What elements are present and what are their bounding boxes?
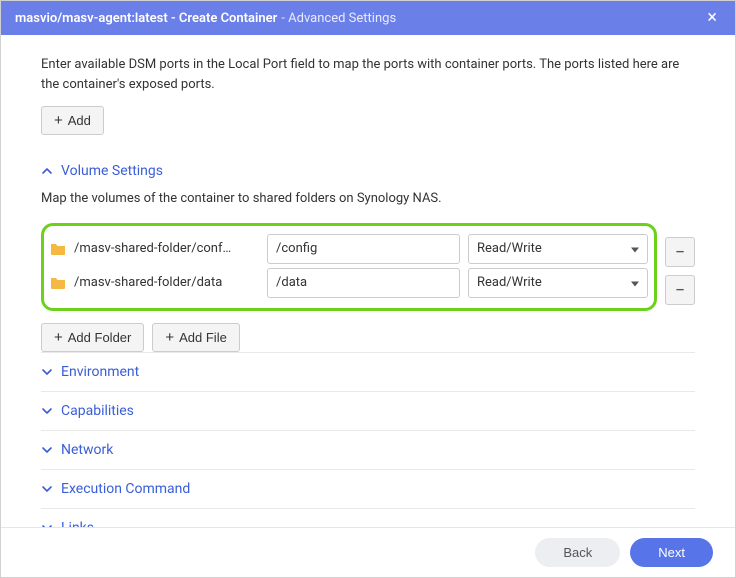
execution-title: Execution Command (61, 481, 190, 497)
permission-value: Read/Write (477, 241, 542, 256)
back-button[interactable]: Back (535, 538, 620, 567)
footer: Back Next (1, 527, 735, 577)
add-folder-button[interactable]: + Add Folder (41, 323, 144, 352)
remove-volume-button[interactable]: − (665, 237, 695, 267)
title-sub: - Advanced Settings (281, 11, 396, 26)
remove-column: − − (665, 230, 695, 305)
chevron-up-icon (41, 165, 53, 177)
network-header[interactable]: Network (41, 430, 695, 469)
add-file-button[interactable]: + Add File (152, 323, 239, 352)
add-port-label: Add (68, 113, 91, 128)
mount-path-input[interactable] (267, 234, 460, 264)
links-title: Links (61, 520, 94, 528)
title-main: masvio/masv-agent:latest - Create Contai… (15, 11, 277, 26)
capabilities-title: Capabilities (61, 403, 134, 419)
add-file-label: Add File (179, 330, 227, 345)
environment-title: Environment (61, 364, 139, 380)
permission-value: Read/Write (477, 275, 542, 290)
volume-settings-description: Map the volumes of the container to shar… (41, 189, 695, 209)
chevron-down-icon (41, 483, 53, 495)
folder-icon (50, 242, 66, 255)
host-path-label[interactable]: /masv-shared-folder/conf… (74, 241, 259, 256)
close-icon[interactable]: × (703, 9, 721, 27)
environment-header[interactable]: Environment (41, 352, 695, 391)
next-button[interactable]: Next (630, 538, 713, 567)
content-area: Enter available DSM ports in the Local P… (1, 35, 735, 527)
volume-row: /masv-shared-folder/conf… Read/Write (50, 234, 648, 264)
mount-path-input[interactable] (267, 268, 460, 298)
folder-icon (50, 276, 66, 289)
chevron-down-icon (41, 405, 53, 417)
links-header[interactable]: Links (41, 508, 695, 528)
port-settings-description: Enter available DSM ports in the Local P… (41, 55, 695, 94)
chevron-down-icon (41, 444, 53, 456)
volume-settings-title: Volume Settings (61, 163, 163, 179)
titlebar: masvio/masv-agent:latest - Create Contai… (1, 1, 735, 35)
volume-row: /masv-shared-folder/data Read/Write (50, 268, 648, 298)
permission-select[interactable]: Read/Write (468, 234, 648, 264)
volume-highlight-box: /masv-shared-folder/conf… Read/Write /ma… (41, 223, 657, 311)
network-title: Network (61, 442, 113, 458)
capabilities-header[interactable]: Capabilities (41, 391, 695, 430)
volume-settings-header[interactable]: Volume Settings (41, 153, 695, 189)
chevron-down-icon (41, 366, 53, 378)
permission-select[interactable]: Read/Write (468, 268, 648, 298)
create-container-dialog: masvio/masv-agent:latest - Create Contai… (0, 0, 736, 578)
add-port-button[interactable]: + Add (41, 106, 104, 135)
add-folder-label: Add Folder (68, 330, 132, 345)
remove-volume-button[interactable]: − (665, 275, 695, 305)
host-path-label[interactable]: /masv-shared-folder/data (74, 275, 259, 290)
plus-icon: + (54, 330, 63, 345)
plus-icon: + (165, 330, 174, 345)
plus-icon: + (54, 113, 63, 128)
execution-header[interactable]: Execution Command (41, 469, 695, 508)
